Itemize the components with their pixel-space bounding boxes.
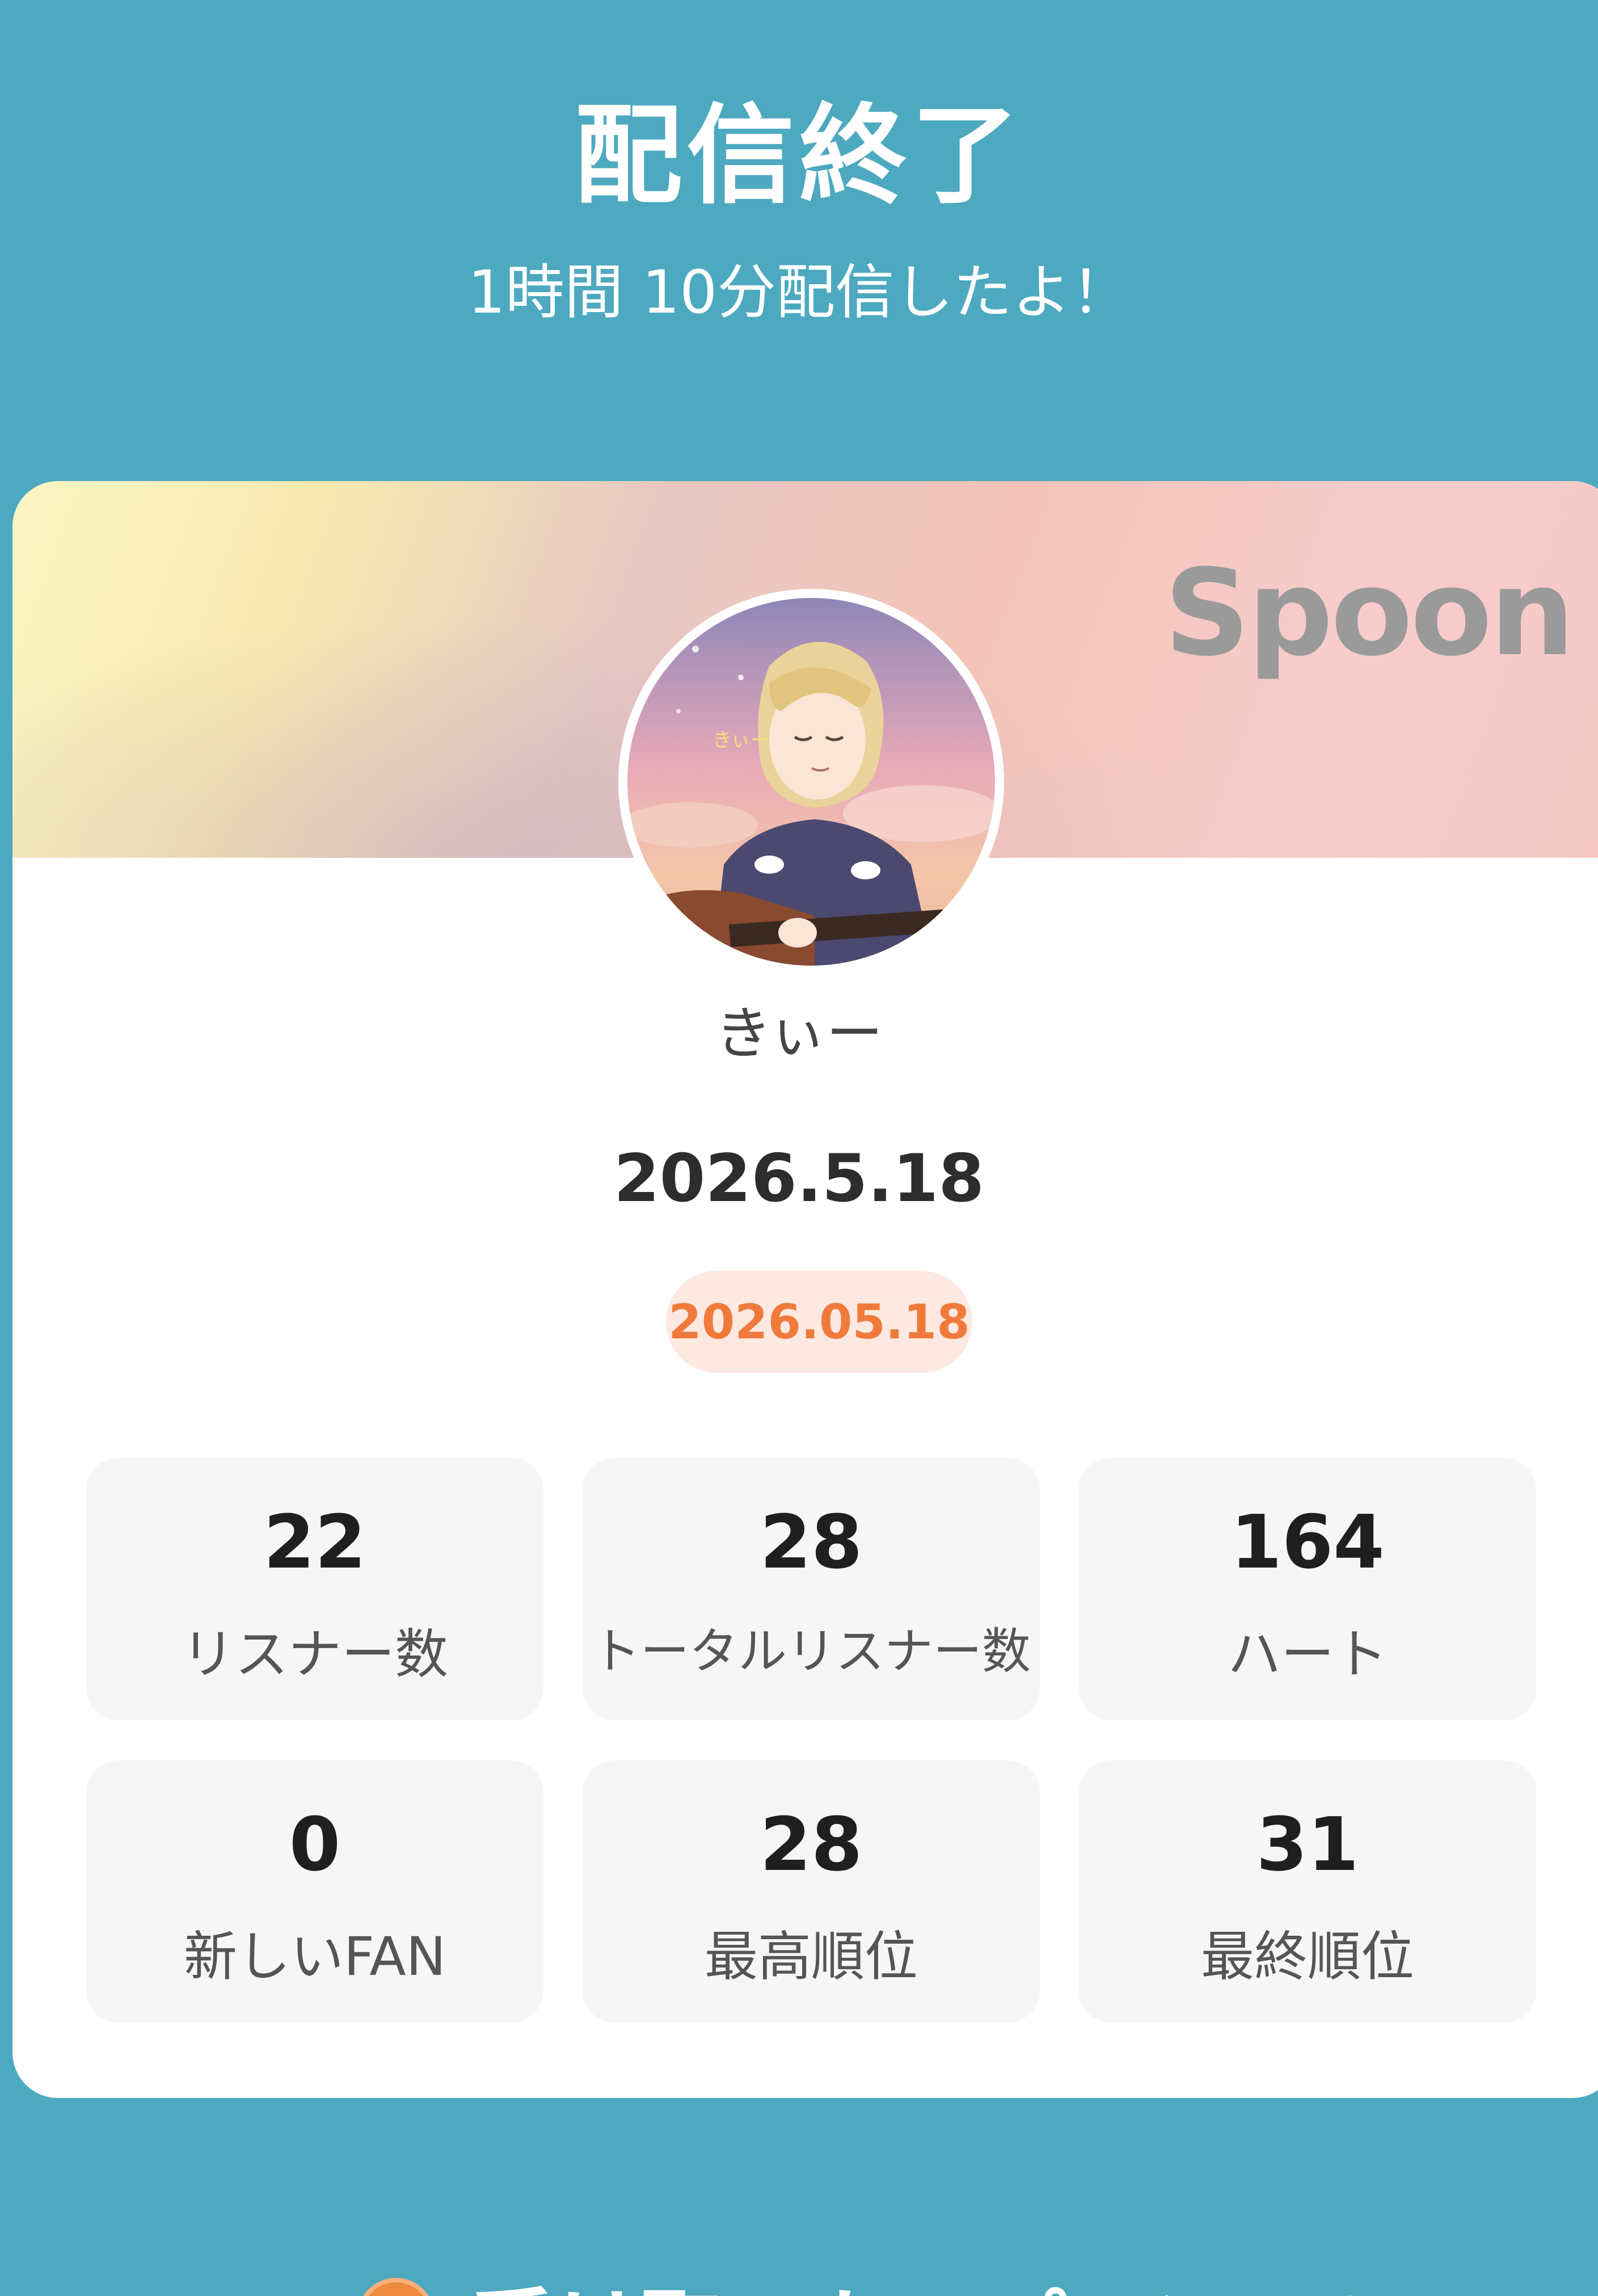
username: きぃー [715, 1000, 883, 1067]
broadcast-date: 2026.5.18 [613, 1140, 985, 1217]
avatar[interactable]: きぃー [618, 589, 1004, 975]
stat-total-listeners: 28 トータルリスナー数 [583, 1458, 1040, 1720]
broadcast-duration-text: 1時間 10分配信したよ！ [467, 258, 1131, 327]
stat-hearts: 164 ハート [1079, 1458, 1536, 1720]
spoon-coin-icon [357, 2278, 435, 2296]
stat-highest-rank: 28 最高順位 [583, 1760, 1040, 2023]
received-spoons-text: 受け取ったスプーン 104 [471, 2261, 1440, 2296]
stat-label: リスナー数 [181, 1624, 448, 1686]
stat-label: 新しいFAN [183, 1926, 446, 1988]
stat-label: ハート [1227, 1624, 1388, 1686]
broadcast-end-screen: 配信終了 1時間 10分配信したよ！ Spoon きぃー きぃー 2026.5.… [0, 0, 1598, 2296]
stat-listeners: 22 リスナー数 [86, 1458, 543, 1720]
stat-label: 最終順位 [1200, 1926, 1414, 1988]
stat-new-fans: 0 新しいFAN [86, 1760, 543, 2023]
stat-final-rank: 31 最終順位 [1079, 1760, 1536, 2023]
stat-value: 31 [1256, 1801, 1359, 1888]
stat-label: 最高順位 [704, 1926, 918, 1988]
stat-value: 28 [760, 1801, 863, 1888]
spoon-logo: Spoon [1164, 544, 1575, 683]
stat-value: 0 [289, 1801, 341, 1888]
avatar-caption: きぃー [712, 729, 770, 752]
stat-value: 22 [263, 1499, 366, 1585]
page-title: 配信終了 [574, 93, 1024, 218]
stat-value: 28 [760, 1499, 863, 1585]
date-badge: 2026.05.18 [666, 1271, 972, 1373]
stat-label: トータルリスナー数 [592, 1623, 1031, 1680]
avatar-illustration: きぃー [627, 598, 995, 966]
stat-value: 164 [1230, 1499, 1385, 1585]
